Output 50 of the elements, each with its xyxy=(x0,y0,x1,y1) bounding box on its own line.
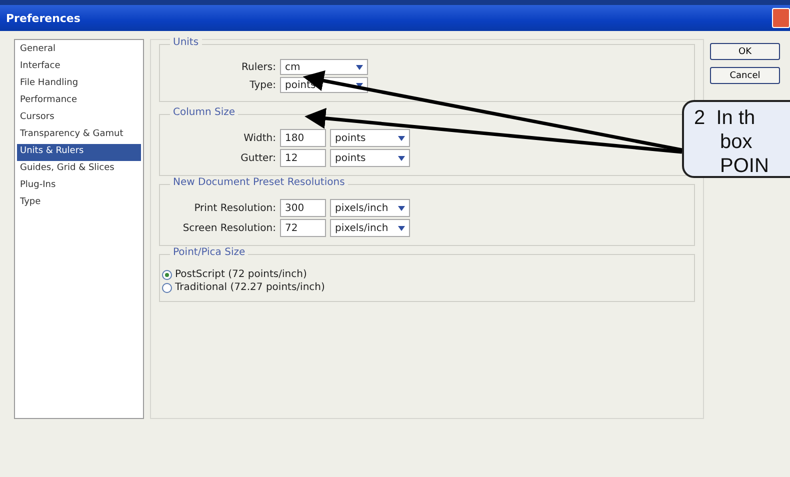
dropdown-value: pixels/inch xyxy=(335,222,388,234)
input-field[interactable]: 72 xyxy=(280,219,326,237)
sidebar-item[interactable]: General xyxy=(17,42,141,59)
callout-text: box xyxy=(719,130,754,154)
dropdown[interactable]: pixels/inch xyxy=(330,219,410,237)
caret-icon xyxy=(398,156,405,160)
field-label: Rulers: xyxy=(240,62,276,72)
radio-label: PostScript (72 points/inch) xyxy=(175,269,307,280)
group-title: Units xyxy=(170,37,202,48)
caret-icon xyxy=(398,136,405,140)
caret-icon xyxy=(398,206,405,210)
group-title: Column Size xyxy=(170,107,238,118)
field-label: Print Resolution: xyxy=(193,202,276,214)
input-field[interactable]: 12 xyxy=(280,149,326,167)
radio-label: Traditional (72.27 points/inch) xyxy=(175,282,325,293)
radio-button[interactable] xyxy=(162,282,172,292)
dropdown-value: pixels/inch xyxy=(335,202,388,214)
field-label: Type: xyxy=(248,80,276,90)
sidebar-item[interactable]: Units & Rulers xyxy=(17,144,141,161)
caret-icon xyxy=(356,64,363,70)
sidebar-item[interactable]: Cursors xyxy=(17,110,141,127)
input-field[interactable]: 180 xyxy=(280,129,326,147)
field-label: Gutter: xyxy=(240,152,276,164)
dialog-button[interactable]: Cancel xyxy=(710,67,780,84)
sidebar-item[interactable]: Transparency & Gamut xyxy=(17,127,141,144)
dialog-button[interactable]: OK xyxy=(710,43,780,60)
dropdown[interactable]: points xyxy=(330,129,410,147)
dropdown[interactable]: pixels/inch xyxy=(330,199,410,217)
group-title: New Document Preset Resolutions xyxy=(170,177,348,188)
group-title: Point/Pica Size xyxy=(170,247,248,258)
dropdown-value: cm xyxy=(285,62,300,72)
sidebar-item[interactable]: File Handling xyxy=(17,76,141,93)
sidebar-item[interactable]: Type xyxy=(17,195,141,212)
window-title: Preferences xyxy=(6,12,80,24)
sidebar-item[interactable]: Performance xyxy=(17,93,141,110)
sidebar-item[interactable]: Interface xyxy=(17,59,141,76)
sidebar-item[interactable]: Guides, Grid & Slices xyxy=(17,161,141,178)
field-label: Width: xyxy=(242,132,276,144)
input-field[interactable]: 300 xyxy=(280,199,326,217)
dropdown[interactable]: cm xyxy=(280,59,368,75)
callout-text: POIN xyxy=(719,154,770,178)
caret-icon xyxy=(398,226,405,230)
dropdown-value: points xyxy=(335,132,366,144)
field-label: Screen Resolution: xyxy=(182,222,276,234)
close-button[interactable] xyxy=(772,8,790,28)
sidebar-item[interactable]: Plug-Ins xyxy=(17,178,141,195)
dropdown[interactable]: points xyxy=(330,149,410,167)
callout-text: 2 In th xyxy=(694,106,756,130)
dropdown-value: points xyxy=(335,152,366,164)
radio-button[interactable] xyxy=(162,270,172,280)
